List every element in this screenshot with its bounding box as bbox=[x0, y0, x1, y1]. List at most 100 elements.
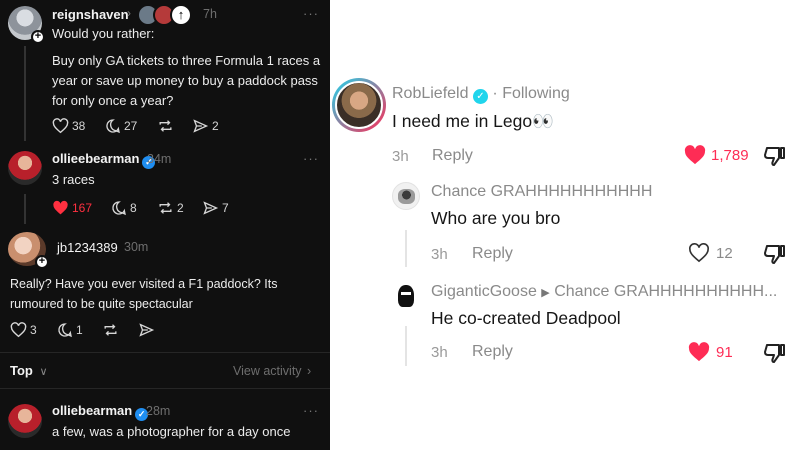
comments-panel: RobLiefeld ✓ · Following I need me in Le… bbox=[330, 0, 800, 450]
username-text: RobLiefeld bbox=[392, 85, 469, 102]
threads-panel: + reignshaven › ↑ 7h ··· Would you rathe… bbox=[0, 0, 330, 450]
separator: · bbox=[492, 85, 498, 102]
repost-icon bbox=[104, 324, 117, 336]
heart-icon bbox=[689, 243, 709, 263]
thread-line bbox=[24, 194, 26, 224]
like-button[interactable]: 167 bbox=[52, 200, 92, 216]
avatar[interactable] bbox=[8, 151, 42, 185]
comment-text: Who are you bro bbox=[431, 208, 561, 228]
dislike-icon[interactable] bbox=[763, 145, 787, 167]
thread-line bbox=[24, 46, 26, 141]
reply-arrow-icon: ▶ bbox=[541, 287, 550, 299]
comment-text: He co-created Deadpool bbox=[431, 308, 621, 328]
avatar-image bbox=[398, 285, 414, 307]
repost-count: 2 bbox=[177, 201, 184, 215]
username-text: olliebearman bbox=[52, 403, 133, 418]
reply-button[interactable]: 8 bbox=[111, 200, 137, 216]
like-button[interactable]: 91 bbox=[688, 342, 733, 362]
post-username[interactable]: reignshaven bbox=[52, 7, 129, 22]
chevron-down-icon: ∨ bbox=[39, 366, 48, 378]
avatar[interactable] bbox=[8, 404, 42, 438]
avatar[interactable] bbox=[332, 78, 386, 132]
share-button[interactable] bbox=[138, 322, 155, 338]
dislike-icon[interactable] bbox=[763, 342, 787, 364]
heart-icon bbox=[52, 118, 69, 134]
post-time: 30m bbox=[124, 240, 149, 254]
reply-button[interactable]: Reply bbox=[472, 245, 513, 263]
follow-plus-icon[interactable]: + bbox=[31, 30, 45, 44]
sort-dropdown[interactable]: Top ∨ bbox=[10, 363, 48, 378]
more-options-icon[interactable]: ··· bbox=[303, 151, 319, 166]
divider bbox=[0, 388, 330, 389]
post-body: a few, was a photographer for a day once bbox=[52, 424, 291, 439]
chevron-right-icon: › bbox=[127, 6, 131, 20]
arrow-up-icon: ↑ bbox=[170, 4, 192, 26]
thread-line bbox=[405, 230, 407, 267]
post-time: 7h bbox=[203, 7, 217, 21]
comment-icon bbox=[106, 119, 120, 134]
like-count: 167 bbox=[72, 201, 93, 215]
participant-avatars[interactable]: ↑ bbox=[137, 4, 197, 26]
comment-icon bbox=[112, 201, 126, 216]
heart-filled-icon bbox=[684, 145, 706, 165]
reply-button[interactable]: 27 bbox=[105, 118, 137, 134]
reply-button[interactable]: Reply bbox=[472, 343, 513, 361]
avatar[interactable] bbox=[392, 182, 420, 210]
repost-button[interactable] bbox=[102, 322, 119, 338]
view-activity-label: View activity bbox=[233, 364, 302, 378]
reply-button[interactable]: 1 bbox=[57, 322, 83, 338]
chevron-right-icon: › bbox=[307, 364, 312, 378]
comment-time: 3h bbox=[431, 344, 448, 361]
repost-icon bbox=[159, 202, 172, 214]
heart-filled-icon bbox=[688, 342, 710, 362]
more-options-icon[interactable]: ··· bbox=[303, 6, 319, 21]
avatar[interactable] bbox=[392, 282, 420, 310]
comment-username[interactable]: GiganticGoose ▶ Chance GRAHHHHHHHHHH... bbox=[431, 283, 777, 301]
like-count: 1,789 bbox=[711, 146, 749, 164]
comment-text: I need me in Lego👀 bbox=[392, 111, 554, 131]
send-icon bbox=[139, 323, 155, 337]
post-username[interactable]: olliebearman ✓ bbox=[52, 403, 149, 421]
more-options-icon[interactable]: ··· bbox=[303, 403, 319, 418]
avatar-image bbox=[335, 81, 383, 129]
post-username[interactable]: ollieebearman ✓ bbox=[52, 151, 156, 169]
sort-label: Top bbox=[10, 363, 33, 378]
repost-button[interactable] bbox=[157, 118, 174, 134]
repost-button[interactable]: 2 bbox=[157, 200, 184, 216]
share-button[interactable]: 2 bbox=[192, 118, 219, 134]
heart-filled-icon bbox=[53, 200, 68, 215]
heart-icon bbox=[10, 322, 27, 338]
send-icon bbox=[193, 119, 209, 133]
repost-icon bbox=[159, 120, 172, 132]
like-count: 3 bbox=[30, 323, 37, 337]
like-count: 12 bbox=[716, 244, 733, 262]
avatar-image-detail bbox=[401, 292, 411, 295]
reply-count: 27 bbox=[124, 119, 138, 133]
thread-line bbox=[405, 326, 407, 366]
share-button[interactable]: 7 bbox=[202, 200, 229, 216]
post-body: Really? Have you ever visited a F1 paddo… bbox=[10, 277, 278, 311]
verified-badge-icon: ✓ bbox=[472, 89, 488, 104]
like-button[interactable]: 3 bbox=[10, 322, 37, 338]
post-time: 28m bbox=[146, 404, 171, 418]
comment-time: 3h bbox=[431, 246, 448, 263]
post-body: Buy only GA tickets to three Formula 1 r… bbox=[52, 53, 321, 108]
reply-count: 1 bbox=[76, 323, 83, 337]
username-text: GiganticGoose bbox=[431, 283, 537, 300]
like-button[interactable]: 12 bbox=[688, 243, 733, 263]
avatar-image bbox=[398, 189, 415, 204]
follow-plus-icon[interactable]: + bbox=[35, 255, 49, 269]
following-label: Following bbox=[502, 85, 570, 102]
reply-to-username: Chance GRAHHHHHHHHHH... bbox=[554, 283, 778, 300]
share-count: 7 bbox=[222, 201, 229, 215]
view-activity-link[interactable]: View activity › bbox=[233, 364, 311, 378]
post-username[interactable]: jb1234389 bbox=[57, 240, 118, 255]
like-button[interactable]: 38 bbox=[52, 118, 85, 134]
comment-icon bbox=[58, 323, 72, 338]
dislike-icon[interactable] bbox=[763, 243, 787, 265]
like-button[interactable]: 1,789 bbox=[684, 145, 749, 165]
comment-username[interactable]: Chance GRAHHHHHHHHHHH bbox=[431, 183, 652, 201]
reply-button[interactable]: Reply bbox=[432, 147, 473, 165]
username-text: ollieebearman bbox=[52, 151, 140, 166]
comment-username[interactable]: RobLiefeld ✓ · Following bbox=[392, 85, 570, 104]
